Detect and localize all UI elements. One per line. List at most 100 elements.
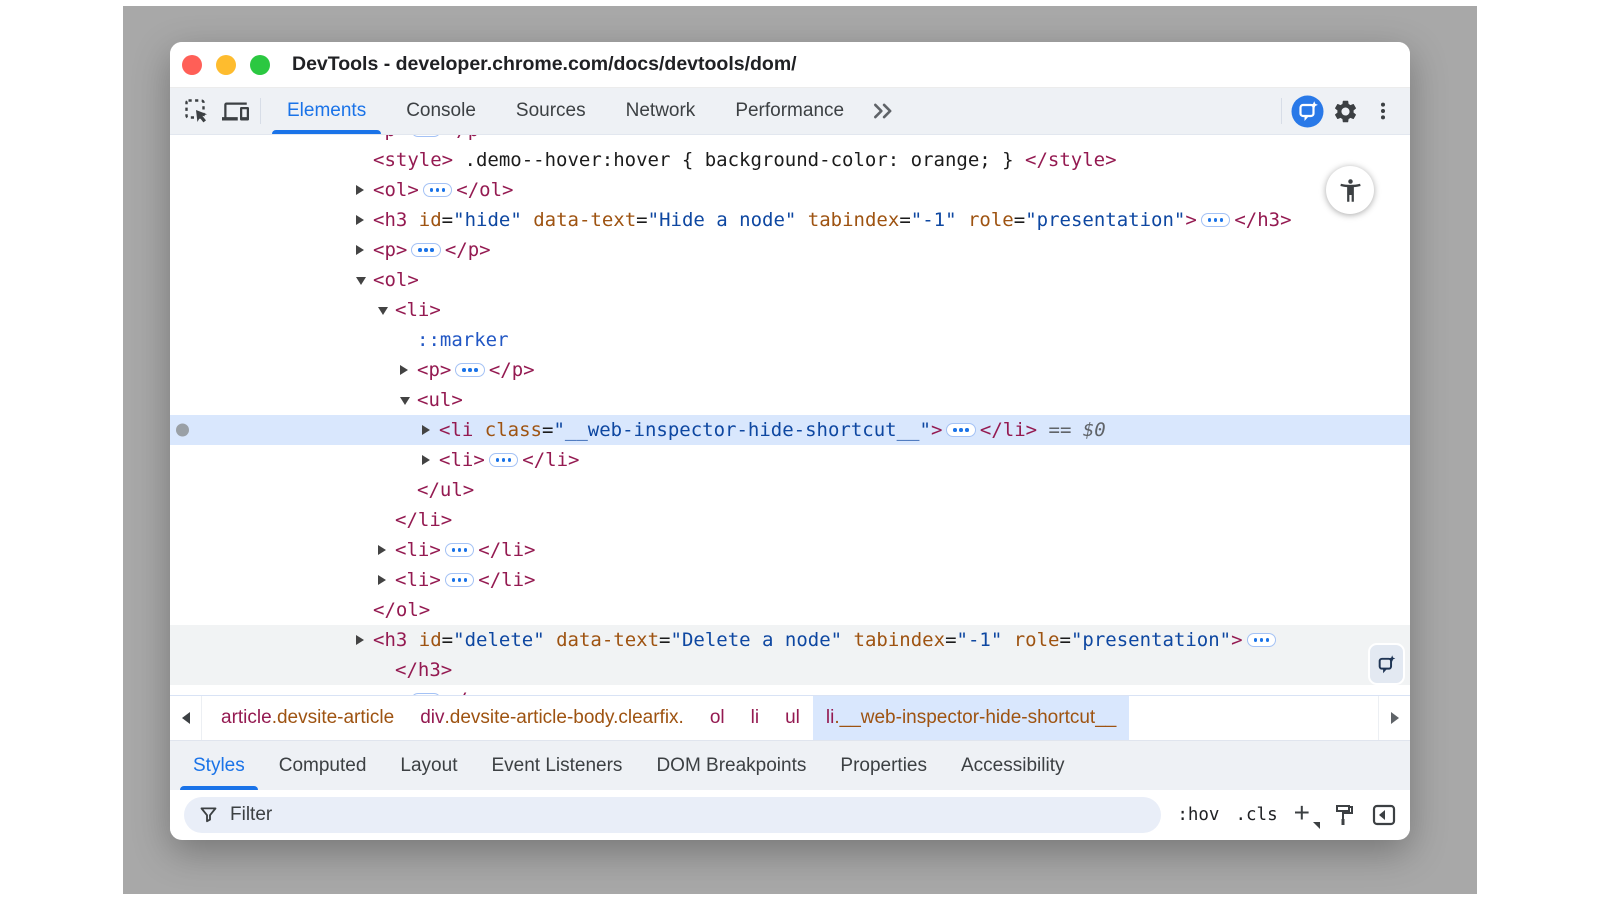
tab-computed[interactable]: Computed — [262, 741, 384, 790]
breadcrumb-item-ul[interactable]: ul — [772, 696, 813, 740]
code-token-tag: > — [931, 419, 942, 441]
gear-icon[interactable] — [1326, 88, 1364, 134]
new-style-rule-button[interactable]: + — [1294, 799, 1316, 831]
more-tabs-icon[interactable] — [864, 88, 902, 134]
ellipsis-expand-icon[interactable] — [489, 453, 519, 467]
dom-tree-row[interactable]: <li class="__web-inspector-hide-shortcut… — [170, 415, 1410, 445]
code-token-text: = — [659, 629, 670, 651]
code-token-text: .demo--hover:hover { background-color: o… — [453, 149, 1025, 171]
dom-tree-row[interactable]: <h3 id="hide" data-text="Hide a node" ta… — [170, 205, 1410, 235]
breadcrumb-item-ol[interactable]: ol — [697, 696, 738, 740]
dom-tree-row[interactable]: </h3> — [170, 655, 1410, 685]
tab-elements[interactable]: Elements — [267, 88, 386, 134]
code-token-text: = — [542, 419, 553, 441]
funnel-icon — [198, 804, 219, 825]
breadcrumb-scroll-left-icon[interactable] — [170, 696, 202, 740]
tab-dom-breakpoints[interactable]: DOM Breakpoints — [639, 741, 823, 790]
expander-arrow-icon[interactable] — [422, 455, 439, 465]
dom-tree-row[interactable]: <h3 id="delete" data-text="Delete a node… — [170, 625, 1410, 655]
expander-arrow-icon[interactable] — [356, 215, 373, 225]
dom-tree-row[interactable]: <li></li> — [170, 535, 1410, 565]
ellipsis-expand-icon[interactable] — [445, 573, 475, 587]
expander-arrow-icon[interactable] — [378, 545, 395, 555]
ellipsis-expand-icon[interactable] — [411, 693, 441, 695]
zoom-window-button[interactable] — [250, 55, 270, 75]
expander-arrow-icon[interactable] — [356, 275, 373, 285]
crumb-tag: li — [826, 707, 834, 729]
code-token-eq: == — [1037, 419, 1083, 441]
styles-filter-input[interactable]: Filter — [184, 797, 1161, 833]
toolbar-right-icons — [1275, 88, 1402, 134]
tab-properties[interactable]: Properties — [823, 741, 944, 790]
breadcrumb-item-div-devsite-article-body-clearfix-[interactable]: div.devsite-article-body.clearfix. — [407, 696, 697, 740]
breadcrumb-item-article-devsite-article[interactable]: article.devsite-article — [208, 696, 407, 740]
panel-tabs: ElementsConsoleSourcesNetworkPerformance — [267, 88, 864, 134]
tab-styles[interactable]: Styles — [176, 741, 262, 790]
inspect-cursor-icon[interactable] — [178, 88, 216, 134]
dom-tree-row[interactable]: <li> — [170, 295, 1410, 325]
sidebar-toggle-icon[interactable] — [1372, 803, 1396, 827]
dom-tree-row[interactable]: <li></li> — [170, 445, 1410, 475]
code-token-dollar: $0 — [1083, 419, 1106, 441]
dom-tree-row[interactable]: ::marker — [170, 325, 1410, 355]
breadcrumb-item-li[interactable]: li — [738, 696, 772, 740]
ellipsis-expand-icon[interactable] — [423, 183, 453, 197]
crumb-tag: ol — [710, 707, 725, 729]
dom-tree-row[interactable]: <ol></ol> — [170, 175, 1410, 205]
dom-tree-row[interactable]: <style> .demo--hover:hover { background-… — [170, 145, 1410, 175]
dom-tree-row[interactable]: <p></p> — [170, 685, 1410, 695]
expander-arrow-icon[interactable] — [400, 365, 417, 375]
accessibility-overlay-button[interactable] — [1326, 166, 1374, 214]
tab-console[interactable]: Console — [386, 88, 496, 134]
dom-tree-row[interactable]: <p></p> — [170, 235, 1410, 265]
code-token-tag: </h3> — [1234, 209, 1291, 231]
code-token-tag: <p> — [373, 135, 407, 141]
code-token-tag: <style> — [373, 149, 453, 171]
tab-accessibility[interactable]: Accessibility — [944, 741, 1081, 790]
ellipsis-expand-icon[interactable] — [455, 363, 485, 377]
kebab-menu-icon[interactable] — [1364, 88, 1402, 134]
ai-assistance-icon[interactable] — [1288, 88, 1326, 134]
dom-tree-row[interactable]: </li> — [170, 505, 1410, 535]
code-token-text: = — [1060, 629, 1071, 651]
tab-network[interactable]: Network — [606, 88, 716, 134]
devtools-toolbar: ElementsConsoleSourcesNetworkPerformance — [170, 88, 1410, 135]
breadcrumb-item-li-web-inspector-hide-shortcut-[interactable]: li.__web-inspector-hide-shortcut__ — [813, 696, 1129, 740]
ellipsis-expand-icon[interactable] — [445, 543, 475, 557]
dom-tree-row[interactable]: <ul> — [170, 385, 1410, 415]
expander-arrow-icon[interactable] — [356, 635, 373, 645]
paint-format-icon[interactable] — [1332, 803, 1356, 827]
expander-arrow-icon[interactable] — [356, 245, 373, 255]
expander-arrow-icon[interactable] — [356, 185, 373, 195]
tab-event-listeners[interactable]: Event Listeners — [474, 741, 639, 790]
expander-arrow-icon[interactable] — [400, 395, 417, 405]
ai-chat-floating-button[interactable] — [1368, 643, 1405, 685]
ellipsis-expand-icon[interactable] — [411, 243, 441, 257]
ellipsis-expand-icon[interactable] — [946, 423, 976, 437]
code-token-tag: </ul> — [417, 479, 474, 501]
dom-tree-row[interactable]: </ol> — [170, 595, 1410, 625]
code-token-text — [842, 629, 853, 651]
dom-tree-row[interactable]: <li></li> — [170, 565, 1410, 595]
dom-tree-row[interactable]: <p></p> — [170, 135, 1410, 145]
tab-sources[interactable]: Sources — [496, 88, 606, 134]
expander-arrow-icon[interactable] — [378, 575, 395, 585]
dom-tree-row[interactable]: <p></p> — [170, 355, 1410, 385]
tab-layout[interactable]: Layout — [383, 741, 474, 790]
code-token-tag: <li> — [439, 449, 485, 471]
expander-arrow-icon[interactable] — [378, 305, 395, 315]
expander-arrow-icon[interactable] — [422, 425, 439, 435]
dom-tree-row[interactable]: </ul> — [170, 475, 1410, 505]
tab-performance[interactable]: Performance — [715, 88, 864, 134]
code-token-tag: </ol> — [456, 179, 513, 201]
breadcrumb-scroll-right-icon[interactable] — [1378, 696, 1410, 740]
ellipsis-expand-icon[interactable] — [1247, 633, 1277, 647]
ellipsis-expand-icon[interactable] — [1201, 213, 1231, 227]
ellipsis-expand-icon[interactable] — [411, 135, 441, 137]
close-window-button[interactable] — [182, 55, 202, 75]
minimize-window-button[interactable] — [216, 55, 236, 75]
device-toolbar-icon[interactable] — [216, 88, 254, 134]
toggle-element-state-button[interactable]: :hov — [1177, 805, 1219, 825]
element-classes-button[interactable]: .cls — [1235, 805, 1277, 825]
dom-tree-row[interactable]: <ol> — [170, 265, 1410, 295]
